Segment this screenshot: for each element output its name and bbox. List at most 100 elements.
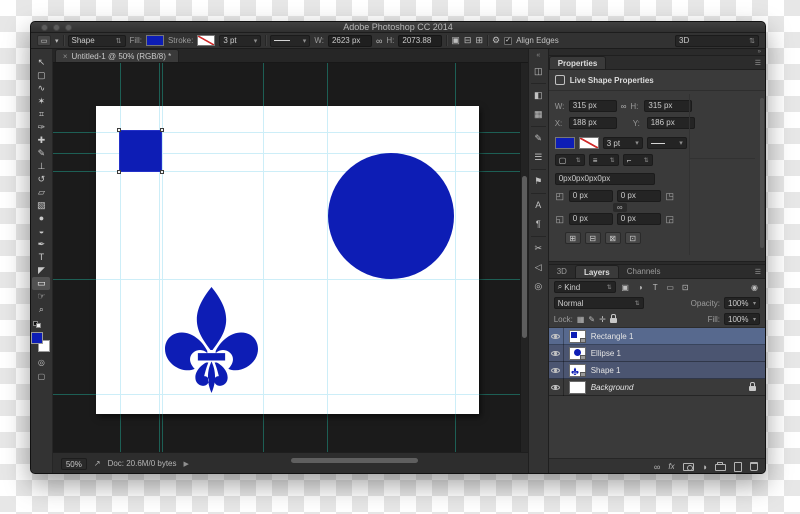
rectangle-tool[interactable]: ▭	[32, 277, 51, 290]
canvas-viewport[interactable]	[52, 63, 520, 452]
tab-properties[interactable]: Properties	[548, 56, 607, 69]
shape-width-field[interactable]: 315 px	[568, 100, 617, 112]
layer-row-background[interactable]: Background	[548, 378, 765, 396]
gradient-tool[interactable]: ▧	[32, 199, 50, 212]
rectangle-shape[interactable]	[116, 128, 164, 174]
paragraph-panel-icon[interactable]: ¶	[530, 217, 547, 232]
clone-source-panel-icon[interactable]: ◎	[530, 279, 547, 294]
zoom-tool[interactable]: ⌕	[32, 303, 50, 316]
histogram-panel-icon[interactable]: ◫	[530, 64, 547, 79]
stroke-swatch[interactable]	[578, 137, 599, 149]
path-arrangement-icon[interactable]: ⊞	[475, 35, 483, 46]
quick-selection-tool[interactable]: ✶	[32, 95, 50, 108]
brush-panel-icon[interactable]: ✎	[530, 131, 547, 146]
stroke-align-dropdown[interactable]: ▢ ⇅	[554, 154, 585, 166]
add-mask-icon[interactable]	[682, 462, 694, 471]
vertical-scrollbar[interactable]	[519, 63, 528, 452]
visibility-toggle[interactable]	[549, 344, 564, 362]
shape-x-field[interactable]: 188 px	[568, 117, 617, 129]
eraser-tool[interactable]: ▱	[32, 186, 50, 199]
ellipse-shape[interactable]	[327, 153, 454, 279]
filter-pin-icon[interactable]: ◉	[749, 283, 760, 292]
brush-presets-panel-icon[interactable]: ☰	[530, 150, 547, 165]
screen-mode-icon[interactable]: ▢	[38, 372, 46, 381]
stroke-style-dropdown[interactable]: ▾	[270, 34, 311, 47]
stroke-swatch[interactable]	[197, 35, 216, 46]
tool-mode-dropdown[interactable]: Shape ⇅	[67, 34, 126, 47]
selection-handle[interactable]	[116, 128, 121, 132]
layer-name[interactable]: Background	[591, 383, 634, 392]
layer-name[interactable]: Rectangle 1	[591, 332, 634, 341]
move-tool[interactable]: ↖	[32, 56, 50, 69]
document-tab[interactable]: × Untitled-1 @ 50% (RGB/8) *	[54, 49, 180, 62]
fill-swatch[interactable]	[145, 35, 164, 46]
pathfinder-subtract-button[interactable]: ⊟	[584, 232, 601, 244]
filter-kind-dropdown[interactable]: ⌕ Kind ⇅	[553, 281, 616, 293]
eyedropper-tool[interactable]: ✑	[32, 121, 50, 134]
horizontal-scrollbar-thumb[interactable]	[290, 458, 418, 463]
brush-tool[interactable]: ✎	[32, 147, 50, 160]
layer-row-shape-1[interactable]: Shape 1	[548, 361, 765, 379]
layer-comps-panel-icon[interactable]: ⚑	[530, 174, 547, 189]
shape-height-field[interactable]: 2073.88	[398, 34, 443, 47]
properties-scrollbar-thumb[interactable]	[760, 98, 765, 248]
pen-tool[interactable]: ✒	[32, 238, 50, 251]
filter-smart-objects-icon[interactable]: ⊡	[680, 283, 691, 292]
radius-tr-field[interactable]: 0 px	[616, 190, 661, 202]
hand-tool[interactable]: ☞	[32, 290, 50, 303]
layer-row-rectangle-1[interactable]: Rectangle 1	[548, 327, 765, 345]
new-group-icon[interactable]	[715, 462, 727, 471]
stroke-corners-dropdown[interactable]: ⌐ ⇅	[622, 154, 653, 166]
pathfinder-intersect-button[interactable]: ⊠	[604, 232, 621, 244]
lock-position-icon[interactable]: ✛	[599, 315, 606, 324]
align-edges-checkbox[interactable]: ✓	[504, 36, 513, 45]
fill-opacity-dropdown[interactable]: 100% ▾	[724, 313, 761, 325]
layer-row-ellipse-1[interactable]: Ellipse 1	[548, 344, 765, 362]
color-panel-icon[interactable]: ◧	[530, 88, 547, 103]
dodge-tool[interactable]: ◒	[32, 225, 50, 238]
stroke-caps-dropdown[interactable]: ≡ ⇅	[588, 154, 619, 166]
opacity-dropdown[interactable]: 100% ▾	[724, 297, 761, 309]
expand-dock-icon[interactable]: «	[536, 51, 540, 60]
swatches-panel-icon[interactable]: ▦	[530, 107, 547, 122]
path-selection-tool[interactable]: ◤	[32, 264, 50, 277]
layer-style-icon[interactable]: fx	[668, 462, 674, 472]
guide[interactable]	[95, 279, 479, 280]
shape-width-field[interactable]: 2623 px	[327, 34, 372, 47]
link-dimensions-icon[interactable]: ∞	[621, 102, 627, 111]
quick-mask-icon[interactable]: ◎	[38, 358, 45, 367]
radius-br-field[interactable]: 0 px	[616, 213, 661, 225]
radius-tl-field[interactable]: 0 px	[568, 190, 613, 202]
healing-brush-tool[interactable]: ✚	[32, 134, 50, 147]
shape-height-field[interactable]: 315 px	[644, 100, 693, 112]
lasso-tool[interactable]: ∿	[32, 82, 50, 95]
foreground-color-swatch[interactable]	[31, 332, 44, 344]
visibility-toggle[interactable]	[549, 378, 564, 396]
guide[interactable]	[95, 394, 479, 395]
filter-pixel-layers-icon[interactable]: ▣	[620, 283, 631, 292]
fleur-de-lis-shape[interactable]	[159, 286, 264, 394]
tool-preset-icon[interactable]: ▭	[37, 35, 51, 46]
tool-preset-arrow-icon[interactable]: ▾	[55, 37, 59, 45]
selection-handle[interactable]	[116, 170, 121, 174]
gear-icon[interactable]: ⚙	[492, 35, 500, 46]
layer-thumbnail[interactable]	[568, 346, 586, 360]
path-alignment-icon[interactable]: ⊟	[464, 35, 472, 46]
collapse-panels-icon[interactable]: »	[758, 49, 761, 55]
workspace-dropdown[interactable]: 3D ⇅	[675, 34, 759, 47]
filter-type-layers-icon[interactable]: T	[650, 283, 661, 292]
panel-menu-icon[interactable]: ☰	[755, 59, 761, 67]
filter-shape-layers-icon[interactable]: ▭	[665, 283, 676, 292]
tab-channels[interactable]: Channels	[619, 265, 669, 278]
lock-pixels-icon[interactable]: ✎	[588, 315, 595, 324]
zoom-level-field[interactable]: 50%	[60, 457, 87, 470]
canvas[interactable]	[95, 106, 479, 414]
tab-layers[interactable]: Layers	[574, 265, 619, 278]
layer-thumbnail[interactable]	[568, 363, 586, 377]
fill-swatch[interactable]	[554, 137, 575, 149]
measure-panel-icon[interactable]: ✂	[530, 241, 547, 256]
path-operations-icon[interactable]: ▣	[451, 35, 460, 46]
export-icon[interactable]: ↗	[94, 459, 101, 468]
character-panel-icon[interactable]: A	[530, 198, 547, 213]
filter-adjustment-layers-icon[interactable]: ◑	[635, 283, 646, 292]
